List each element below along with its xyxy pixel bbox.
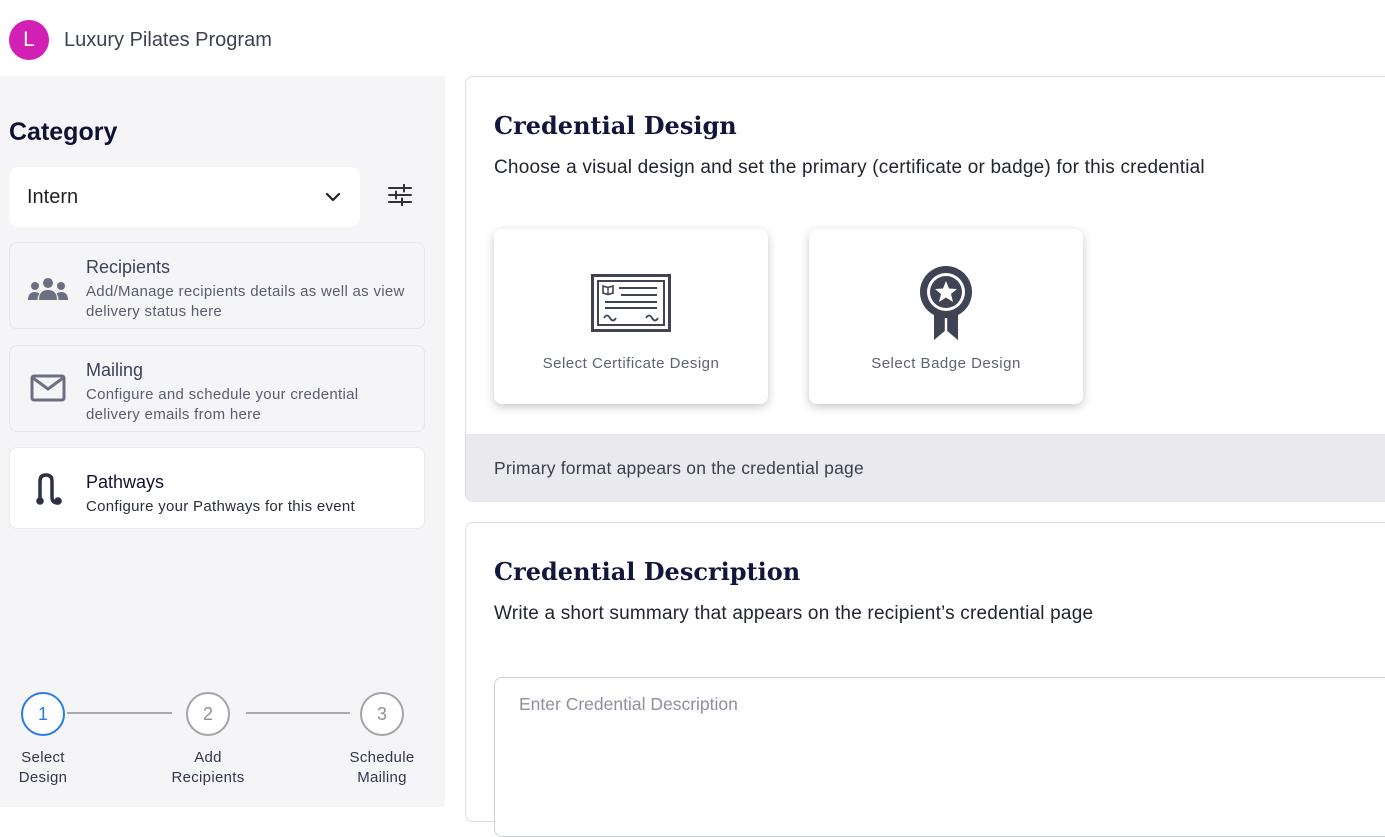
category-title: Category (9, 118, 118, 146)
select-badge-design-button[interactable]: Select Badge Design (809, 229, 1083, 404)
sidebar-item-mailing[interactable]: Mailing Configure and schedule your cred… (9, 345, 425, 432)
primary-format-note: Primary format appears on the credential… (466, 434, 1385, 502)
sidebar-item-pathways[interactable]: Pathways Configure your Pathways for thi… (9, 447, 425, 529)
sidebar-item-label: Mailing (86, 360, 144, 380)
credential-design-title: Credential Design (494, 111, 737, 140)
credential-design-subtitle: Choose a visual design and set the prima… (494, 157, 1205, 178)
credential-description-panel: Credential Description Write a short sum… (465, 522, 1385, 837)
certificate-icon (591, 263, 671, 343)
progress-stepper: 1 2 3 Select Design Add Recipients Sched… (0, 690, 445, 800)
sidebar-item-description: Add/Manage recipients details as well as… (86, 283, 405, 320)
pathway-icon (10, 472, 86, 506)
credential-design-panel: Credential Design Choose a visual design… (465, 76, 1385, 502)
credential-description-title: Credential Description (494, 557, 801, 586)
step-connector (67, 712, 172, 714)
category-select[interactable]: Intern (9, 167, 360, 227)
sidebar-item-label: Pathways (86, 472, 165, 492)
step-connector (246, 712, 350, 714)
app-title: Luxury Pilates Program (64, 29, 272, 51)
select-certificate-design-button[interactable]: Select Certificate Design (494, 229, 768, 404)
step-1-circle[interactable]: 1 (21, 692, 65, 736)
badge-design-label: Select Badge Design (871, 355, 1021, 372)
sidebar-item-recipients[interactable]: Recipients Add/Manage recipients details… (9, 242, 425, 329)
sidebar-item-description: Configure and schedule your credential d… (86, 386, 359, 423)
step-3-label: Schedule Mailing (349, 749, 415, 786)
avatar[interactable]: L (9, 20, 49, 60)
step-3-circle[interactable]: 3 (360, 692, 404, 736)
chevron-down-icon (324, 186, 342, 209)
badge-icon (918, 263, 974, 343)
sidebar-item-label: Recipients (86, 257, 171, 277)
certificate-design-label: Select Certificate Design (542, 355, 720, 372)
step-2-circle[interactable]: 2 (186, 692, 230, 736)
category-select-value: Intern (27, 185, 79, 208)
sliders-icon (388, 183, 412, 211)
sidebar-item-description: Configure your Pathways for this event (86, 498, 356, 515)
step-1-label: Select Design (18, 749, 68, 786)
envelope-icon (10, 374, 86, 402)
filter-settings-button[interactable] (380, 179, 420, 215)
sidebar: Category Intern Recipients Add/Manage re… (0, 76, 445, 807)
credential-description-subtitle: Write a short summary that appears on th… (494, 603, 1094, 624)
credential-description-input[interactable] (494, 677, 1385, 837)
people-icon (10, 277, 86, 301)
top-bar: L Luxury Pilates Program (0, 0, 1385, 76)
step-2-label: Add Recipients (171, 749, 245, 786)
